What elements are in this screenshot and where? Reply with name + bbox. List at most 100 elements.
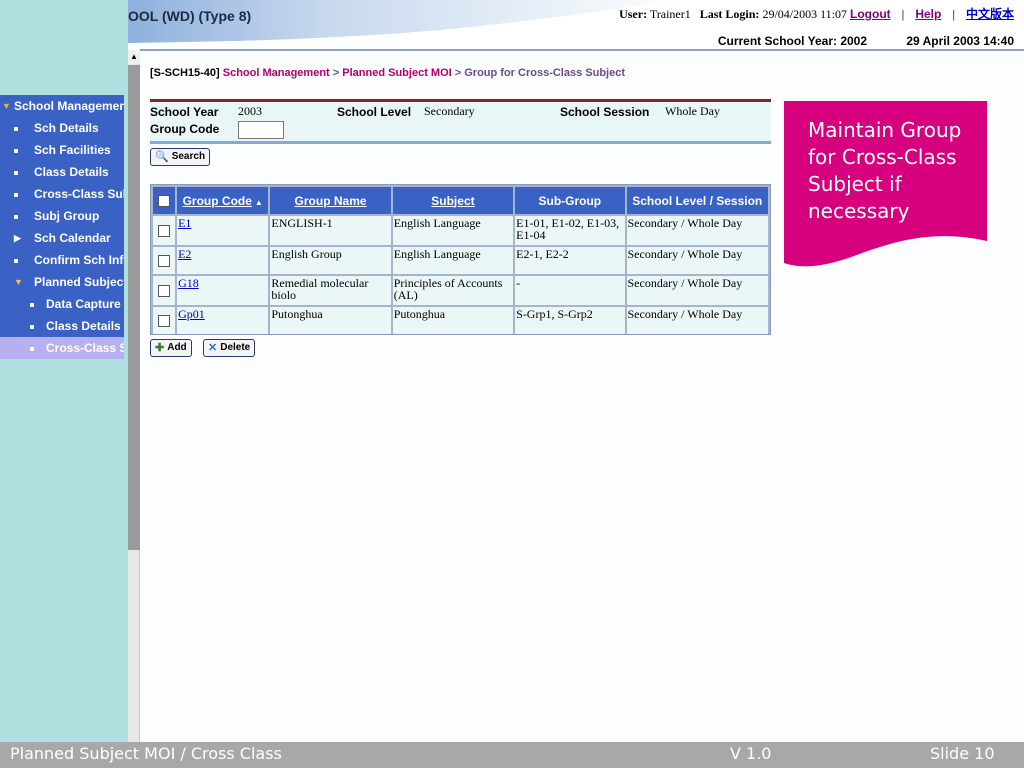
column-header-label[interactable]: Group Code [183, 194, 252, 208]
delete-x-icon: ✕ [208, 342, 218, 354]
scrollbar-thumb[interactable] [128, 65, 140, 550]
magnifier-icon: 🔍 [155, 151, 169, 163]
column-header-group-name[interactable]: Group Name [270, 187, 391, 214]
triangle-down-icon: ▼ [14, 277, 23, 287]
sidebar-item-label: Subj Group [34, 209, 100, 223]
scroll-up-arrow-icon[interactable]: ▲ [128, 50, 140, 64]
breadcrumb-planned-subject-moi[interactable]: Planned Subject MOI [342, 67, 451, 79]
group-code-link[interactable]: E1 [178, 216, 191, 230]
select-all-header [153, 187, 176, 214]
row-checkbox[interactable] [158, 285, 171, 298]
table-row: E2 English Group English Language E2-1, … [153, 247, 768, 274]
group-code-link[interactable]: Gp01 [178, 307, 205, 321]
logout-link[interactable]: Logout [850, 7, 891, 21]
sidebar-item-school-management[interactable]: ▼ School Management [0, 95, 124, 117]
row-checkbox[interactable] [158, 225, 171, 238]
table-header-row: Group Code ▲ Group Name Subject Sub-Group… [153, 187, 768, 214]
column-header-label[interactable]: Group Name [295, 194, 367, 208]
sidebar-item-sch-facilities[interactable]: Sch Facilities [0, 139, 124, 161]
user-label: User: [619, 7, 648, 21]
add-document-icon: ✚ [155, 342, 165, 354]
row-checkbox[interactable] [158, 315, 171, 328]
sidebar-item-sch-calendar[interactable]: ▶ Sch Calendar [0, 227, 124, 249]
sidebar-item-label: Class Details [34, 165, 109, 179]
footer-title: Planned Subject MOI / Cross Class [10, 744, 282, 763]
level-session-cell: Secondary / Whole Day [626, 216, 768, 245]
level-session-cell: Secondary / Whole Day [626, 276, 768, 305]
row-checkbox[interactable] [158, 255, 171, 268]
level-session-cell: Secondary / Whole Day [626, 307, 768, 334]
breadcrumb-current-page: Group for Cross-Class Subject [464, 67, 626, 79]
sub-group-cell: - [515, 276, 625, 305]
help-link[interactable]: Help [915, 7, 941, 21]
sidebar-item-label: Cross-Class Subject [34, 187, 124, 201]
sidebar-item-moi-class-details[interactable]: Class Details [0, 315, 124, 337]
square-bullet-icon [14, 183, 18, 205]
vertical-scrollbar[interactable]: ▲ [128, 50, 140, 742]
table-row: E1 ENGLISH-1 English Language E1-01, E1-… [153, 216, 768, 245]
sidebar-item-class-details[interactable]: Class Details [0, 161, 124, 183]
footer-version: V 1.0 [730, 744, 772, 763]
current-school-year: Current School Year: 2002 [717, 34, 868, 48]
triangle-right-icon: ▶ [14, 233, 21, 243]
group-code-input[interactable] [238, 121, 284, 139]
group-name-cell: Putonghua [270, 307, 391, 334]
add-button-label: Add [167, 342, 187, 353]
sidebar-menu: ▼ School Management Sch Details Sch Faci… [0, 95, 124, 359]
column-header-subject[interactable]: Subject [392, 187, 514, 214]
select-all-checkbox[interactable] [158, 195, 171, 208]
sidebar-item-label: Sch Calendar [34, 231, 111, 245]
breadcrumb-separator: > [454, 67, 462, 79]
annotation-callout: Maintain Group for Cross-Class Subject i… [784, 101, 987, 271]
slide-footer: Planned Subject MOI / Cross Class V 1.0 … [0, 742, 1024, 768]
row-select-cell [153, 247, 176, 274]
sidebar-item-sch-details[interactable]: Sch Details [0, 117, 124, 139]
search-criteria-panel: School Year 2003 School Level Secondary … [150, 99, 771, 144]
search-button[interactable]: 🔍 Search [150, 148, 211, 166]
last-login-label: Last Login: [699, 7, 760, 21]
group-code-link[interactable]: G18 [178, 276, 199, 290]
sidebar-item-label: Cross-Class Subject [46, 341, 124, 355]
sub-group-cell: E2-1, E2-2 [515, 247, 625, 274]
sidebar-item-confirm-sch-info[interactable]: Confirm Sch Info [0, 249, 124, 271]
group-code-link[interactable]: E2 [178, 247, 191, 261]
delete-button-label: Delete [220, 342, 251, 353]
delete-button[interactable]: ✕ Delete [203, 339, 256, 357]
sidebar-item-planned-subject-moi[interactable]: ▼ Planned Subject MOI [0, 271, 124, 293]
square-bullet-icon [30, 293, 34, 315]
chinese-version-link[interactable]: 中文版本 [966, 7, 1014, 21]
school-year-label: School Year [150, 105, 219, 119]
footer-slide-number: Slide 10 [930, 744, 995, 763]
sidebar-item-label: Sch Facilities [34, 143, 111, 157]
sidebar-item-subj-group[interactable]: Subj Group [0, 205, 124, 227]
sort-ascending-icon: ▲ [254, 197, 263, 207]
group-table: Group Code ▲ Group Name Subject Sub-Group… [150, 184, 771, 335]
sidebar-item-data-capture[interactable]: Data Capture [0, 293, 124, 315]
subject-cell: Principles of Accounts (AL) [392, 276, 514, 305]
column-header-group-code[interactable]: Group Code ▲ [177, 187, 269, 214]
row-select-cell [153, 216, 176, 245]
school-year-bar: Current School Year: 2002 29 April 2003 … [718, 34, 1014, 48]
group-code-cell: Gp01 [177, 307, 269, 334]
school-level-value: Secondary [424, 104, 475, 118]
square-bullet-icon [30, 337, 34, 359]
square-bullet-icon [14, 117, 18, 139]
user-value: Trainer1 [649, 7, 691, 21]
group-code-cell: E1 [177, 216, 269, 245]
school-level-label: School Level [337, 105, 412, 119]
sub-group-cell: S-Grp1, S-Grp2 [515, 307, 625, 334]
group-name-cell: Remedial molecular biolo [270, 276, 391, 305]
breadcrumb-school-management[interactable]: School Management [223, 67, 330, 79]
school-session-label: School Session [560, 105, 650, 119]
row-select-cell [153, 307, 176, 334]
sidebar-item-label: Sch Details [34, 121, 99, 135]
app-header: OOL (WD) (Type 8) User: Trainer1 Last Lo… [128, 0, 1024, 50]
add-button[interactable]: ✚ Add [150, 339, 192, 357]
square-bullet-icon [14, 205, 18, 227]
sidebar-item-label: Class Details [46, 319, 121, 333]
sidebar-item-cross-class-subject[interactable]: Cross-Class Subject [0, 183, 124, 205]
current-datetime: 29 April 2003 14:40 [906, 34, 1014, 48]
sidebar-item-moi-cross-class-subject[interactable]: Cross-Class Subject [0, 337, 124, 359]
column-header-label[interactable]: Subject [431, 194, 474, 208]
column-header-school-level-session: School Level / Session [626, 187, 768, 214]
